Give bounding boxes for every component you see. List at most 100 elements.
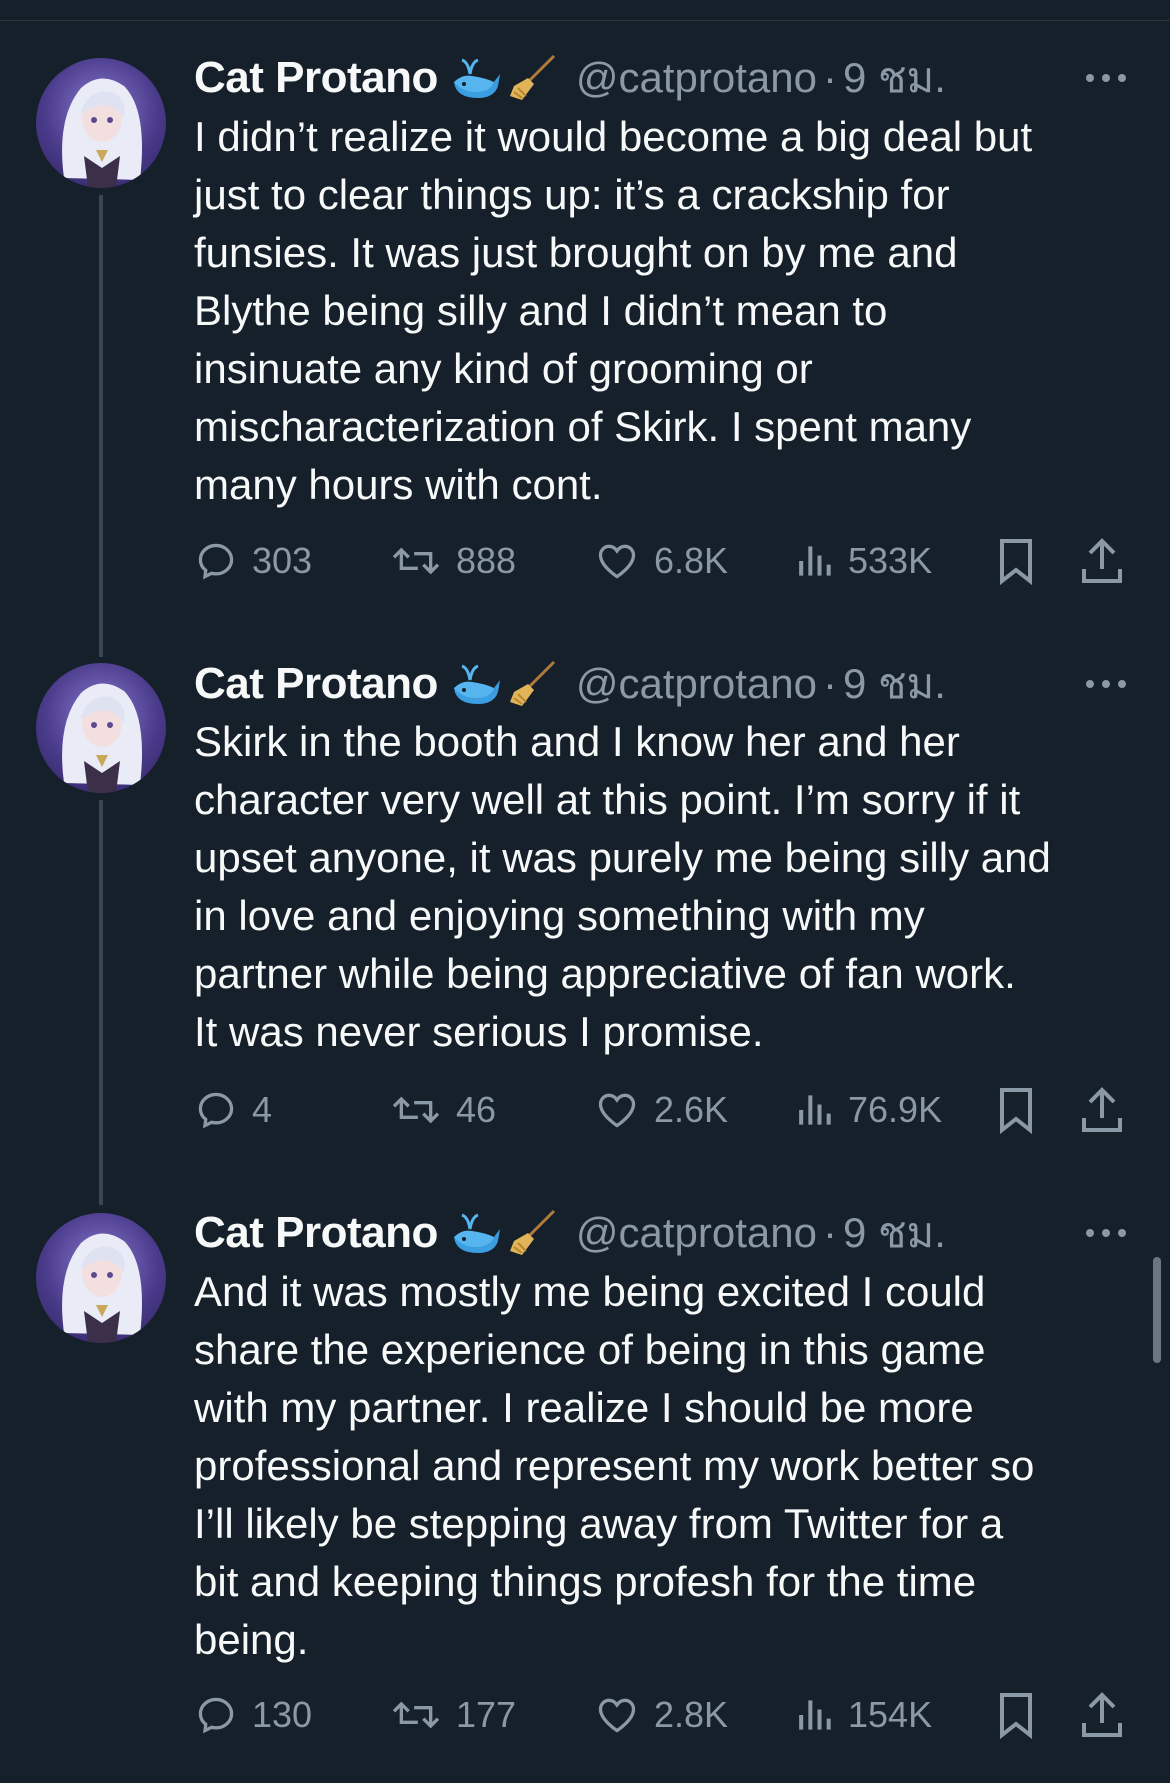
retweet-icon	[392, 1701, 440, 1729]
text-line: Blythe being silly and I didn’t mean to	[194, 287, 888, 334]
like-button[interactable]: 6.8K	[594, 533, 728, 589]
tweet-header: Cat Protano @catprotano · 9 ชม.	[194, 1203, 946, 1263]
text-line: Skirk in the booth and I know her and he…	[194, 718, 960, 765]
avatar[interactable]	[36, 58, 166, 188]
more-options-icon[interactable]	[1084, 72, 1128, 84]
share-button[interactable]	[1080, 1687, 1124, 1743]
heart-icon	[598, 544, 636, 579]
retweet-icon	[392, 1096, 440, 1124]
text-line: with my partner. I realize I should be m…	[194, 1384, 974, 1431]
retweet-count: 888	[456, 540, 517, 581]
reply-icon	[198, 1697, 234, 1734]
retweet-count: 46	[456, 1089, 497, 1130]
like-count: 6.8K	[654, 540, 729, 581]
views-icon	[799, 1700, 831, 1730]
separator: ·	[822, 54, 837, 101]
text-line: many hours with cont.	[194, 461, 603, 508]
views-icon	[799, 546, 831, 576]
views-count: 154K	[848, 1694, 933, 1735]
reply-button[interactable]: 303	[194, 533, 312, 589]
more-options-icon[interactable]	[1084, 678, 1128, 690]
display-name[interactable]: Cat Protano	[194, 1208, 438, 1258]
retweet-button[interactable]: 177	[390, 1687, 516, 1743]
share-icon	[1082, 538, 1122, 583]
bookmark-button[interactable]	[996, 1082, 1036, 1138]
share-icon	[1082, 1087, 1122, 1132]
views-button[interactable]: 154K	[794, 1687, 932, 1743]
reply-icon	[198, 1092, 234, 1129]
timestamp[interactable]: 9 ชม.	[843, 1200, 946, 1266]
heart-icon	[598, 1698, 636, 1733]
handle[interactable]: @catprotano	[576, 660, 817, 708]
tweet-header: Cat Protano @catprotano · 9 ชม.	[194, 654, 946, 714]
views-icon	[799, 1095, 831, 1125]
text-line: I’ll likely be stepping away from Twitte…	[194, 1500, 1004, 1547]
text-line: funsies. It was just brought on by me an…	[194, 229, 958, 276]
avatar[interactable]	[36, 1213, 166, 1343]
scrollbar[interactable]	[1153, 1257, 1161, 1363]
retweet-icon	[392, 547, 440, 575]
tweet-header: Cat Protano @catprotano · 9 ชม.	[194, 48, 946, 108]
bookmark-icon	[1000, 1693, 1032, 1739]
like-count: 2.6K	[654, 1089, 729, 1130]
bookmark-button[interactable]	[996, 1687, 1036, 1743]
retweet-button[interactable]: 46	[390, 1082, 496, 1138]
tweet[interactable]: Cat Protano @catprotano · 9 ชม. And it w…	[0, 1155, 1170, 1783]
text-line: just to clear things up: it’s a crackshi…	[194, 171, 950, 218]
reply-count: 303	[252, 540, 313, 581]
heart-icon	[598, 1093, 636, 1128]
text-line: mischaracterization of Skirk. I spent ma…	[194, 403, 972, 450]
text-line: being.	[194, 1616, 309, 1663]
retweet-button[interactable]: 888	[390, 533, 516, 589]
tweet-text: I didn’t realize it would become a big d…	[194, 108, 1124, 514]
text-line: in love and enjoying something with my	[194, 892, 925, 939]
like-count: 2.8K	[654, 1694, 729, 1735]
text-line: professional and represent my work bette…	[194, 1442, 1035, 1489]
bookmark-icon	[1000, 1088, 1032, 1134]
views-button[interactable]: 76.9K	[794, 1082, 942, 1138]
separator: ·	[822, 660, 837, 707]
share-button[interactable]	[1080, 1082, 1124, 1138]
bookmark-button[interactable]	[996, 533, 1036, 589]
separator: ·	[822, 1209, 837, 1256]
tweet-text: Skirk in the booth and I know her and he…	[194, 713, 1124, 1061]
text-line: upset anyone, it was purely me being sil…	[194, 834, 1051, 881]
display-name[interactable]: Cat Protano	[194, 659, 438, 709]
retweet-count: 177	[456, 1694, 517, 1735]
whale-emoji-icon	[453, 1213, 500, 1253]
display-name[interactable]: Cat Protano	[194, 53, 438, 103]
share-icon	[1082, 1692, 1122, 1737]
text-line: share the experience of being in this ga…	[194, 1326, 986, 1373]
timestamp[interactable]: 9 ชม.	[843, 651, 946, 717]
share-button[interactable]	[1080, 533, 1124, 589]
views-button[interactable]: 533K	[794, 533, 932, 589]
reply-count: 130	[252, 1694, 313, 1735]
text-line: character very well at this point. I’m s…	[194, 776, 1021, 823]
like-button[interactable]: 2.8K	[594, 1687, 728, 1743]
tweet[interactable]: Cat Protano @catprotano · 9 ชม. Skirk in…	[0, 606, 1170, 1166]
text-line: And it was mostly me being excited I cou…	[194, 1268, 986, 1315]
text-line: insinuate any kind of grooming or	[194, 345, 813, 392]
reply-button[interactable]: 130	[194, 1687, 312, 1743]
text-line: bit and keeping things profesh for the t…	[194, 1558, 977, 1605]
handle[interactable]: @catprotano	[576, 1209, 817, 1257]
broom-emoji-icon	[509, 1209, 555, 1255]
broom-emoji-icon	[509, 660, 555, 706]
text-line: I didn’t realize it would become a big d…	[194, 113, 1033, 160]
views-count: 76.9K	[848, 1089, 943, 1130]
avatar[interactable]	[36, 663, 166, 793]
like-button[interactable]: 2.6K	[594, 1082, 728, 1138]
whale-emoji-icon	[453, 58, 500, 98]
handle[interactable]: @catprotano	[576, 54, 817, 102]
bookmark-icon	[1000, 539, 1032, 585]
text-line: partner while being appreciative of fan …	[194, 950, 1016, 997]
whale-emoji-icon	[453, 664, 500, 704]
tweet-text: And it was mostly me being excited I cou…	[194, 1263, 1124, 1669]
action-bar: 303 888 6.8K 533K	[194, 533, 1134, 589]
broom-emoji-icon	[509, 54, 555, 100]
action-bar: 130 177 2.8K 154K	[194, 1687, 1134, 1743]
tweet[interactable]: Cat Protano @catprotano · 9 ชม. I didn’t…	[0, 0, 1170, 620]
timestamp[interactable]: 9 ชม.	[843, 45, 946, 111]
reply-button[interactable]: 4	[194, 1082, 272, 1138]
more-options-icon[interactable]	[1084, 1227, 1128, 1239]
